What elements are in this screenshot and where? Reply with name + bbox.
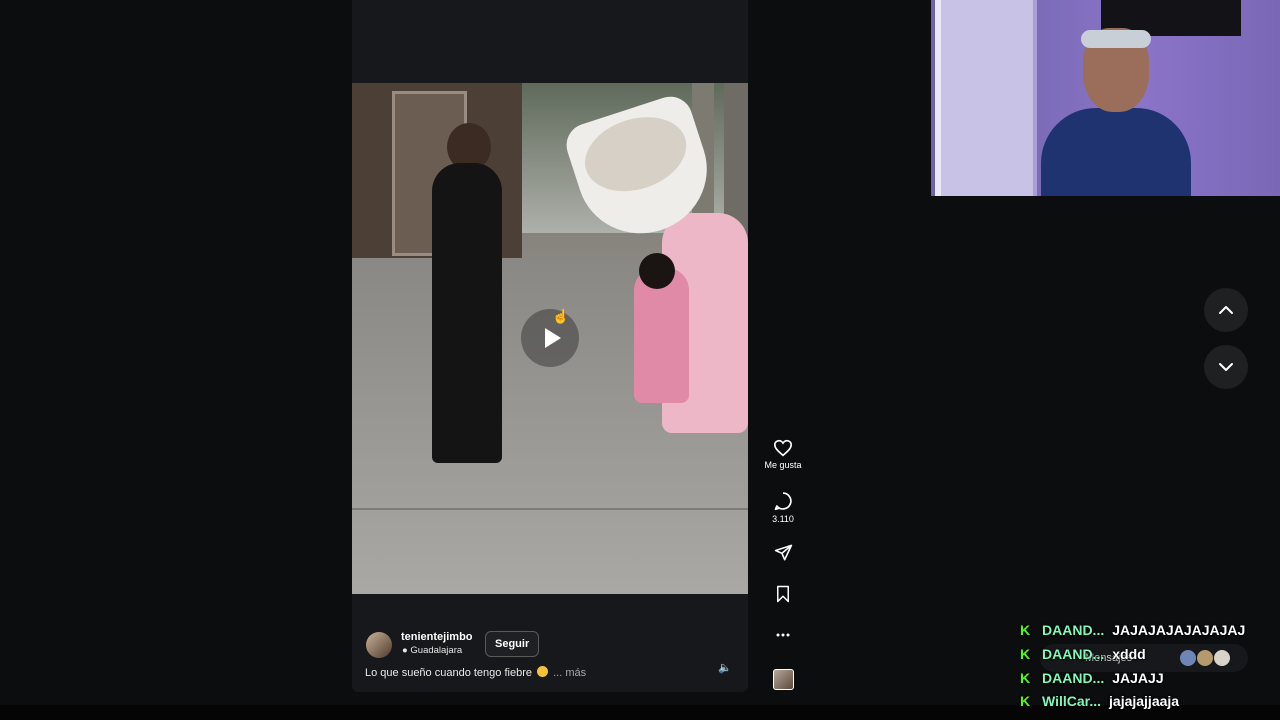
webcam-headband bbox=[1081, 30, 1151, 48]
send-icon bbox=[774, 544, 792, 561]
chevron-up-icon bbox=[1219, 306, 1233, 314]
chevron-down-icon bbox=[1219, 363, 1233, 371]
webcam-door bbox=[935, 0, 1037, 196]
chat-username: WillCar... bbox=[1042, 693, 1102, 709]
chat-text: xddd bbox=[1112, 646, 1146, 662]
avatar[interactable] bbox=[366, 632, 392, 658]
audio-thumbnail[interactable] bbox=[773, 669, 794, 690]
video-latte-art bbox=[575, 104, 696, 204]
chat-username: DAAND... bbox=[1042, 670, 1105, 686]
comment-icon bbox=[774, 492, 792, 511]
caption-text: Lo que sueño cuando tengo fiebre bbox=[365, 667, 532, 679]
location[interactable]: ● Guadalajara bbox=[402, 645, 462, 656]
chat-message: K WillCar... jajajajjaaja bbox=[1020, 693, 1179, 715]
like-label: Me gusta bbox=[764, 460, 802, 470]
messages-avatar bbox=[1179, 649, 1197, 667]
location-pin-icon: ● bbox=[402, 645, 408, 656]
video-ground-line bbox=[352, 508, 748, 510]
webcam-person-body bbox=[1041, 108, 1191, 196]
messages-avatar bbox=[1213, 649, 1231, 667]
sound-icon[interactable]: 🔈 bbox=[718, 661, 732, 674]
kick-badge-icon: K bbox=[1020, 693, 1031, 709]
comment-action[interactable]: 3.110 bbox=[758, 491, 808, 524]
previous-reel-button[interactable] bbox=[1204, 288, 1248, 332]
kick-badge-icon: K bbox=[1020, 670, 1031, 686]
chat-username: DAAND... bbox=[1042, 622, 1105, 638]
bookmark-icon bbox=[777, 585, 789, 603]
play-button[interactable] bbox=[521, 309, 579, 367]
reel-info: tenientejimbo ● Guadalajara Seguir Lo qu… bbox=[352, 618, 748, 692]
kick-badge-icon: K bbox=[1020, 622, 1031, 638]
webcam-overlay bbox=[931, 0, 1280, 196]
video-girl-head bbox=[639, 253, 675, 289]
location-label: Guadalajara bbox=[410, 645, 463, 656]
chat-text: jajajajjaaja bbox=[1109, 693, 1180, 709]
save-action[interactable] bbox=[758, 585, 808, 603]
hot-face-emoji-icon bbox=[537, 666, 549, 677]
chat-message: K DAAND... JAJAJAJAJAJAJAJ bbox=[1020, 622, 1245, 644]
chat-message: K DAAND... xddd bbox=[1020, 646, 1146, 668]
username[interactable]: tenientejimbo bbox=[401, 631, 473, 643]
comment-count: 3.110 bbox=[772, 514, 794, 524]
chat-message: K DAAND... JAJAJJ bbox=[1020, 670, 1164, 692]
more-link[interactable]: ... más bbox=[553, 667, 586, 679]
follow-button[interactable]: Seguir bbox=[485, 631, 540, 657]
play-icon bbox=[544, 328, 561, 348]
more-options-action[interactable] bbox=[758, 626, 808, 644]
messages-avatar bbox=[1196, 649, 1214, 667]
more-dots-icon bbox=[776, 633, 790, 637]
like-action[interactable]: Me gusta bbox=[758, 439, 808, 470]
chat-text: JAJAJAJAJAJAJAJ bbox=[1112, 622, 1246, 638]
hand-cursor-icon: ☝ bbox=[552, 308, 570, 324]
chat-text: JAJAJJ bbox=[1112, 670, 1164, 686]
next-reel-button[interactable] bbox=[1204, 345, 1248, 389]
video-man bbox=[432, 163, 502, 463]
caption: Lo que sueño cuando tengo fiebre ... más bbox=[365, 666, 586, 679]
heart-icon bbox=[773, 439, 793, 457]
kick-badge-icon: K bbox=[1020, 646, 1031, 662]
chat-username: DAAND... bbox=[1042, 646, 1105, 662]
share-action[interactable] bbox=[758, 543, 808, 562]
